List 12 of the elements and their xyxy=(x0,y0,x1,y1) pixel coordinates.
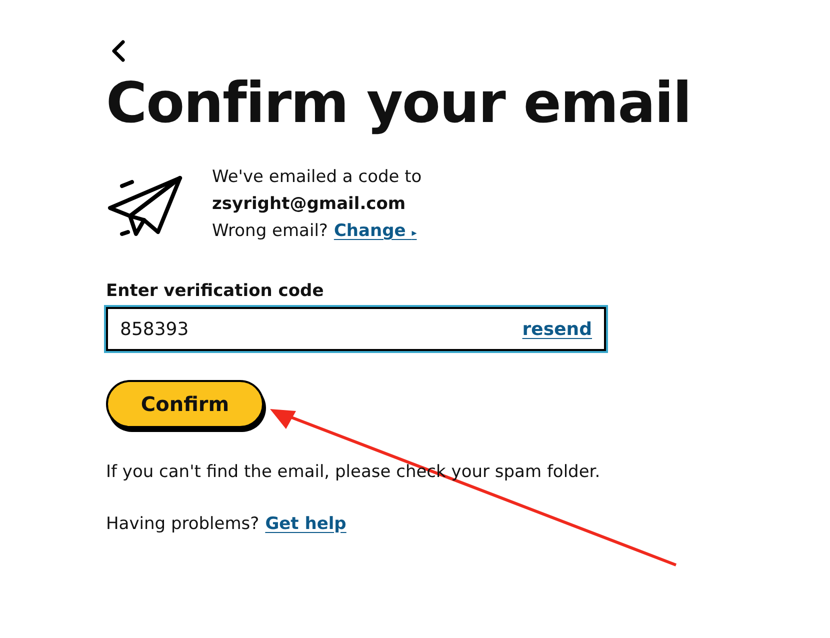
wrong-email-text: Wrong email? xyxy=(212,220,328,243)
back-icon[interactable] xyxy=(110,40,126,62)
paper-plane-icon xyxy=(106,174,184,238)
help-text: Having problems? xyxy=(106,514,260,534)
resend-link[interactable]: resend xyxy=(522,318,592,340)
field-label: Enter verification code xyxy=(106,281,325,301)
notice-text: We've emailed a code to xyxy=(212,166,422,189)
change-link[interactable]: Change ▸ xyxy=(334,218,417,247)
help-link[interactable]: Get help xyxy=(265,514,346,534)
page-title: Confirm your email xyxy=(106,70,692,138)
code-field[interactable]: 858393 resend xyxy=(106,307,606,351)
email-address: zsyright@gmail.com xyxy=(212,193,407,216)
